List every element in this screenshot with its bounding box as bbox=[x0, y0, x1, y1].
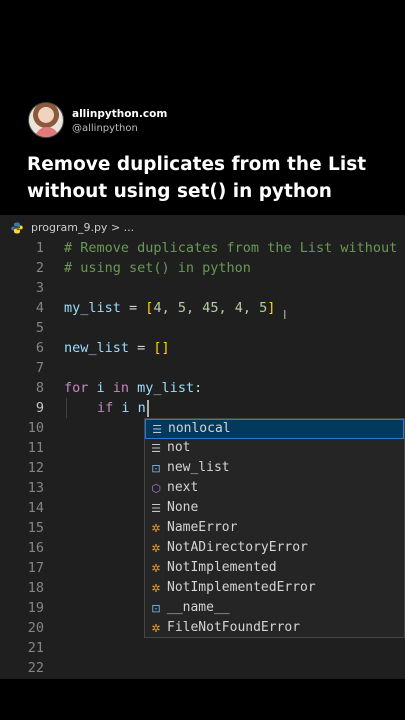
keyword-icon: ☰ bbox=[151, 442, 161, 455]
module-icon: ⬡ bbox=[151, 482, 161, 495]
keyword-token: if bbox=[97, 400, 114, 416]
line-number: 21 bbox=[27, 640, 44, 656]
line-number: 10 bbox=[27, 420, 44, 436]
code-line-2[interactable]: # using set() in python bbox=[64, 260, 251, 276]
line-number: 7 bbox=[35, 360, 44, 376]
text-cursor-icon: I bbox=[283, 308, 287, 322]
variable-icon: ⊡ bbox=[151, 462, 161, 475]
post-title: Remove duplicates from the List without … bbox=[27, 154, 367, 202]
indent-guide bbox=[66, 398, 67, 418]
suggestion-label: nonlocal bbox=[168, 421, 231, 436]
line-number: 4 bbox=[35, 300, 44, 316]
variable-token: new_list bbox=[64, 340, 130, 356]
suggestion-item[interactable]: ⬡ next bbox=[145, 479, 404, 499]
keyword-icon: ☰ bbox=[152, 423, 162, 436]
suggestion-item[interactable]: ⊡ __name__ bbox=[145, 599, 404, 619]
line-number: 6 bbox=[35, 340, 44, 356]
line-number: 22 bbox=[27, 660, 44, 676]
line-number: 5 bbox=[35, 320, 44, 336]
suggestion-label: next bbox=[167, 480, 199, 495]
code-line-9[interactable]: if i n bbox=[97, 400, 146, 416]
class-icon: ✲ bbox=[151, 582, 161, 595]
suggestion-item[interactable]: ☰ not bbox=[145, 439, 404, 459]
account-handle: @allinpython bbox=[72, 123, 138, 134]
suggestion-item[interactable]: ✲ NotADirectoryError bbox=[145, 539, 404, 559]
line-number: 1 bbox=[35, 240, 44, 256]
operator-token: : bbox=[194, 380, 203, 396]
line-number: 13 bbox=[27, 480, 44, 496]
variable-token: i bbox=[88, 380, 113, 396]
keyword-icon: ☰ bbox=[151, 502, 161, 515]
keyword-token: in bbox=[112, 380, 130, 396]
line-number: 17 bbox=[27, 560, 44, 576]
line-number-active: 9 bbox=[35, 400, 44, 416]
variable-token: my_list bbox=[129, 380, 195, 396]
suggestion-item[interactable]: ⊡ new_list bbox=[145, 459, 404, 479]
line-number: 19 bbox=[27, 600, 44, 616]
suggestion-item[interactable]: ✲ NotImplementedError bbox=[145, 579, 404, 599]
keyword-token: for bbox=[64, 380, 89, 396]
top-black-bar bbox=[0, 0, 405, 92]
suggestion-item[interactable]: ✲ NameError bbox=[145, 519, 404, 539]
site-name: allinpython.com bbox=[72, 108, 168, 120]
line-number: 11 bbox=[27, 440, 44, 456]
line-number: 8 bbox=[35, 380, 44, 396]
bottom-black-bar bbox=[0, 679, 405, 720]
line-number: 18 bbox=[27, 580, 44, 596]
line-number: 12 bbox=[27, 460, 44, 476]
avatar bbox=[28, 102, 64, 138]
class-icon: ✲ bbox=[151, 562, 161, 575]
suggestion-label: not bbox=[167, 440, 191, 455]
line-number: 2 bbox=[35, 260, 44, 276]
class-icon: ✲ bbox=[151, 542, 161, 555]
suggestion-label: __name__ bbox=[167, 600, 230, 615]
number-tokens: 4, 5, 45, 4, 5 bbox=[153, 300, 268, 316]
suggestion-label: NotImplemented bbox=[167, 560, 277, 575]
suggestion-item[interactable]: ☰ None bbox=[145, 499, 404, 519]
variable-token: my_list bbox=[64, 300, 121, 316]
operator-token: = bbox=[129, 340, 154, 356]
operator-token: = bbox=[120, 300, 146, 316]
variable-icon: ⊡ bbox=[151, 602, 161, 615]
suggestion-label: FileNotFoundError bbox=[167, 620, 301, 635]
suggestion-label: NotADirectoryError bbox=[167, 540, 308, 555]
line-number: 3 bbox=[35, 280, 44, 296]
line-number: 16 bbox=[27, 540, 44, 556]
class-icon: ✲ bbox=[151, 622, 161, 635]
code-line-1[interactable]: # Remove duplicates from the List withou… bbox=[64, 240, 397, 256]
line-number: 14 bbox=[27, 500, 44, 516]
variable-token: i n bbox=[113, 400, 146, 416]
suggestion-item-selected[interactable]: ☰ nonlocal bbox=[145, 419, 404, 439]
suggestion-label: new_list bbox=[167, 460, 230, 475]
bracket-token: [] bbox=[153, 340, 170, 356]
line-number: 20 bbox=[27, 620, 44, 636]
autocomplete-popup[interactable]: ☰ nonlocal ☰ not ⊡ new_list ⬡ next ☰ Non… bbox=[144, 418, 405, 638]
suggestion-item[interactable]: ✲ NotImplemented bbox=[145, 559, 404, 579]
suggestion-label: None bbox=[167, 500, 199, 515]
suggestion-label: NotImplementedError bbox=[167, 580, 316, 595]
breadcrumb[interactable]: program_9.py > ... bbox=[31, 221, 134, 234]
bracket-token: ] bbox=[267, 300, 276, 316]
code-line-4[interactable]: my_list = [4, 5, 45, 4, 5] bbox=[64, 300, 275, 316]
suggestion-label: NameError bbox=[167, 520, 238, 535]
class-icon: ✲ bbox=[151, 522, 161, 535]
line-number: 15 bbox=[27, 520, 44, 536]
code-line-6[interactable]: new_list = [] bbox=[64, 340, 170, 356]
code-line-8[interactable]: for i in my_list: bbox=[64, 380, 202, 396]
suggestion-item[interactable]: ✲ FileNotFoundError bbox=[145, 619, 404, 639]
python-file-icon bbox=[11, 222, 23, 234]
text-caret bbox=[147, 400, 149, 417]
